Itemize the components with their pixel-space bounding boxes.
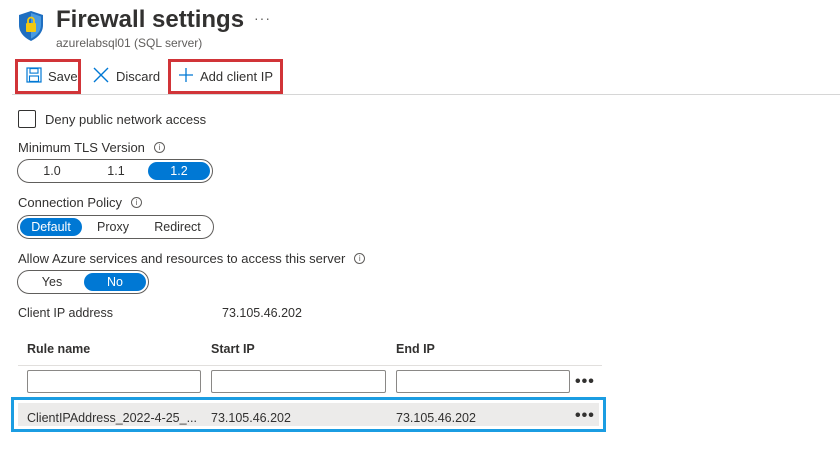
- tls-option-1-0[interactable]: 1.0: [20, 162, 84, 180]
- connection-policy-toggle: Default Proxy Redirect: [17, 215, 214, 239]
- command-bar: Save Discard Add client IP: [12, 59, 840, 95]
- deny-public-network-checkbox[interactable]: [18, 110, 36, 128]
- allow-azure-label: Allow Azure services and resources to ac…: [18, 251, 346, 266]
- row-more-button[interactable]: •••: [575, 408, 595, 424]
- info-icon[interactable]: i: [354, 253, 366, 264]
- connection-policy-label-row: Connection Policy i: [18, 195, 143, 210]
- client-ip-label: Client IP address: [18, 306, 113, 320]
- add-client-ip-label: Add client IP: [200, 69, 273, 84]
- allow-azure-label-row: Allow Azure services and resources to ac…: [18, 251, 366, 266]
- discard-button[interactable]: Discard: [90, 59, 160, 94]
- table-header-divider: [18, 365, 602, 366]
- column-header-start-ip: Start IP: [211, 342, 255, 356]
- allow-azure-toggle: Yes No: [17, 270, 149, 294]
- info-icon[interactable]: i: [131, 197, 143, 208]
- policy-option-proxy[interactable]: Proxy: [82, 218, 144, 236]
- policy-option-redirect[interactable]: Redirect: [144, 218, 211, 236]
- client-ip-value: 73.105.46.202: [222, 306, 302, 320]
- discard-label: Discard: [116, 69, 161, 84]
- new-rule-name-input[interactable]: [27, 370, 201, 393]
- start-ip-cell: 73.105.46.202: [211, 411, 291, 425]
- allow-azure-option-yes[interactable]: Yes: [20, 273, 84, 291]
- new-rule-more-button[interactable]: •••: [575, 374, 595, 390]
- page-title: Firewall settings: [56, 6, 245, 33]
- deny-public-network-label: Deny public network access: [45, 111, 207, 127]
- column-header-end-ip: End IP: [396, 342, 435, 356]
- allow-azure-option-no[interactable]: No: [84, 273, 146, 291]
- info-icon[interactable]: i: [153, 142, 165, 153]
- save-button[interactable]: Save: [15, 59, 81, 94]
- close-icon: [92, 66, 116, 87]
- rule-name-cell: ClientIPAddress_2022-4-25_...: [27, 411, 198, 425]
- more-options-button[interactable]: ···: [254, 10, 271, 26]
- table-row[interactable]: ClientIPAddress_2022-4-25_... 73.105.46.…: [11, 397, 606, 432]
- tls-option-1-2[interactable]: 1.2: [148, 162, 210, 180]
- deny-public-network-row: Deny public network access: [18, 110, 206, 128]
- connection-policy-label: Connection Policy: [18, 195, 123, 210]
- tls-version-label: Minimum TLS Version: [18, 140, 145, 155]
- add-client-ip-button[interactable]: Add client IP: [168, 59, 283, 94]
- new-end-ip-input[interactable]: [396, 370, 570, 393]
- page-header: Firewall settings azurelabsql01 (SQL ser…: [18, 6, 818, 54]
- policy-option-default[interactable]: Default: [20, 218, 82, 236]
- page-subtitle: azurelabsql01 (SQL server): [56, 36, 203, 50]
- floppy-disk-icon: [26, 67, 48, 86]
- new-start-ip-input[interactable]: [211, 370, 386, 393]
- tls-version-toggle: 1.0 1.1 1.2: [17, 159, 213, 183]
- tls-version-label-row: Minimum TLS Version i: [18, 140, 165, 155]
- column-header-rule-name: Rule name: [27, 342, 91, 356]
- plus-icon: [178, 67, 200, 86]
- tls-option-1-1[interactable]: 1.1: [84, 162, 148, 180]
- end-ip-cell: 73.105.46.202: [396, 411, 476, 425]
- shield-lock-icon: [18, 10, 44, 42]
- save-label: Save: [48, 69, 78, 84]
